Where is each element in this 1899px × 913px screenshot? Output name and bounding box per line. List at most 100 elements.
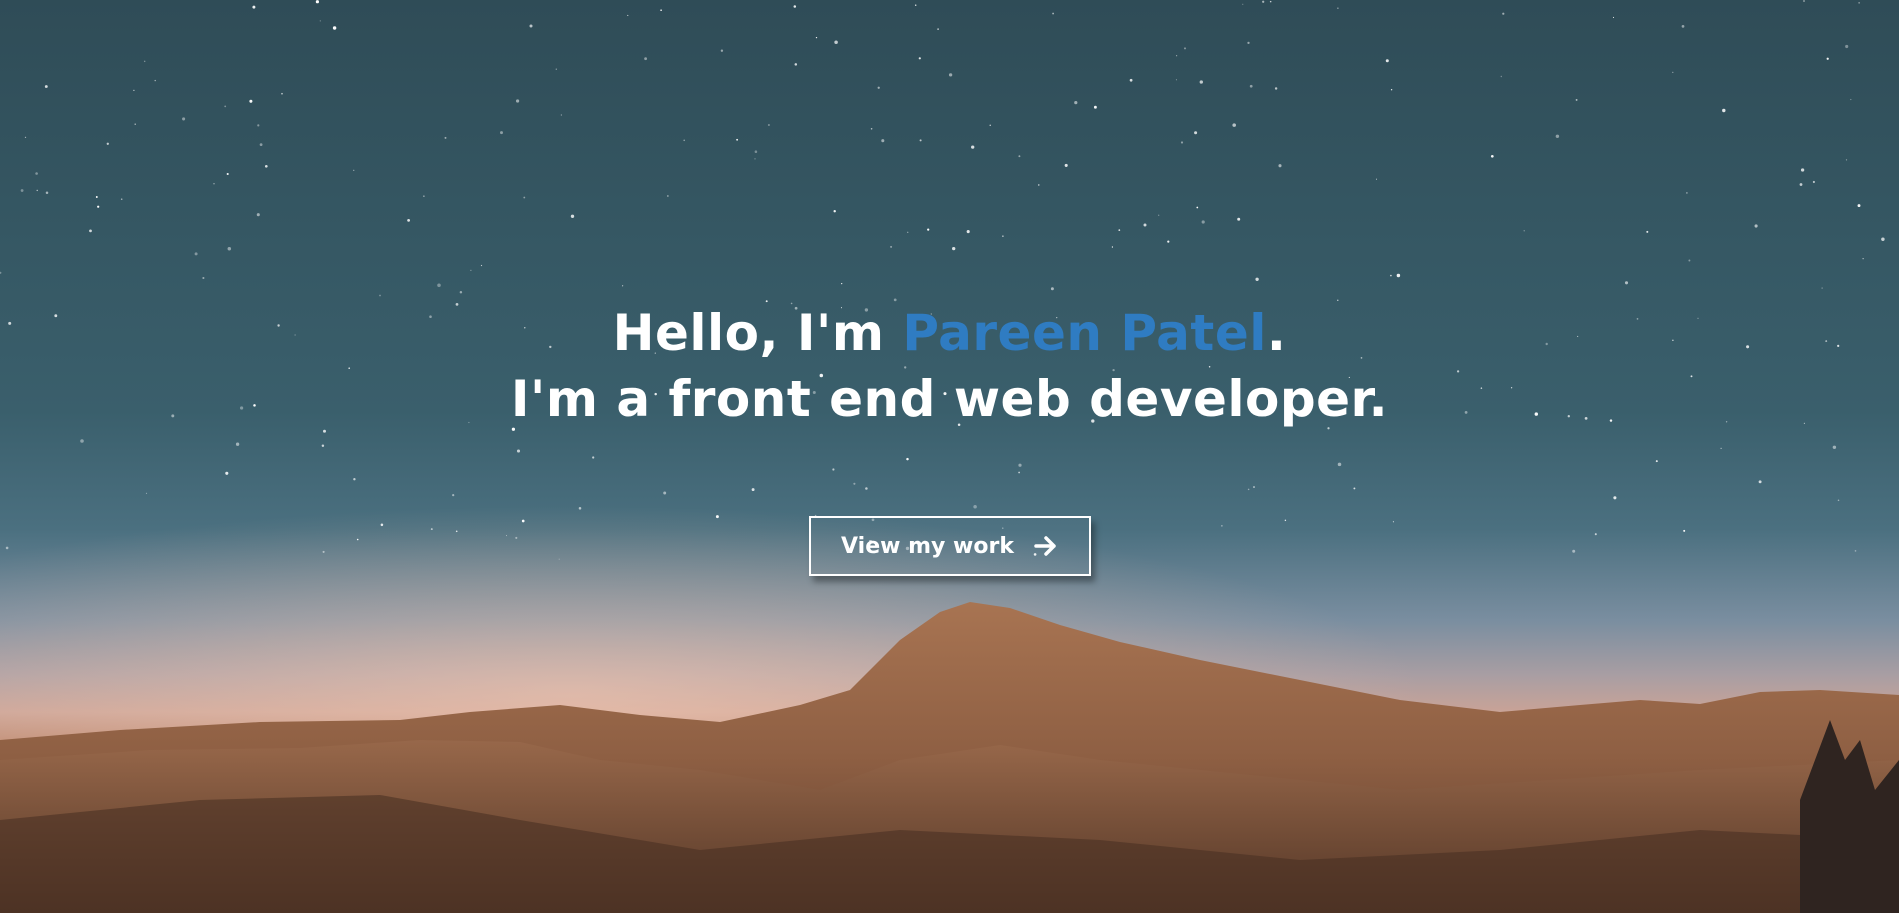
star bbox=[1199, 80, 1203, 84]
star bbox=[1143, 223, 1147, 227]
star bbox=[667, 195, 669, 197]
star bbox=[919, 139, 922, 142]
star bbox=[120, 198, 123, 200]
star bbox=[877, 86, 880, 89]
star bbox=[1821, 287, 1823, 289]
star bbox=[182, 117, 186, 121]
star bbox=[1826, 57, 1829, 60]
star bbox=[1555, 134, 1560, 139]
star bbox=[560, 114, 562, 116]
star bbox=[683, 139, 686, 142]
star bbox=[252, 5, 256, 9]
star bbox=[470, 269, 472, 271]
star bbox=[870, 128, 873, 130]
star bbox=[89, 229, 92, 233]
star bbox=[1672, 71, 1674, 74]
star bbox=[256, 213, 260, 217]
star bbox=[1111, 246, 1114, 248]
star bbox=[1845, 44, 1849, 49]
star bbox=[1390, 274, 1392, 277]
star bbox=[97, 205, 100, 208]
star bbox=[1575, 98, 1578, 101]
star bbox=[0, 271, 2, 274]
arrow-right-icon bbox=[1034, 536, 1056, 556]
hero-headline: Hello, I'm Pareen Patel. I'm a front end… bbox=[0, 300, 1899, 432]
star bbox=[281, 92, 283, 95]
star bbox=[1881, 237, 1885, 241]
star bbox=[1803, 0, 1805, 2]
star bbox=[1681, 25, 1685, 28]
star bbox=[1274, 87, 1278, 90]
star bbox=[815, 36, 818, 39]
star bbox=[480, 264, 483, 267]
star bbox=[44, 85, 48, 88]
star bbox=[1167, 240, 1170, 243]
star bbox=[95, 196, 98, 198]
star bbox=[264, 164, 268, 168]
star bbox=[213, 183, 215, 185]
star bbox=[1093, 105, 1097, 109]
star bbox=[1118, 229, 1121, 231]
star bbox=[1523, 230, 1525, 232]
star bbox=[914, 4, 917, 6]
star bbox=[1385, 59, 1389, 63]
star bbox=[1800, 168, 1805, 172]
star bbox=[202, 276, 205, 280]
star bbox=[516, 99, 520, 103]
star bbox=[332, 26, 337, 30]
star bbox=[948, 73, 953, 77]
hero-content: Hello, I'm Pareen Patel. I'm a front end… bbox=[0, 300, 1899, 576]
star bbox=[1194, 131, 1198, 135]
star bbox=[20, 189, 24, 192]
star bbox=[1624, 281, 1629, 285]
star bbox=[1158, 214, 1160, 216]
star bbox=[257, 124, 260, 127]
star bbox=[315, 0, 319, 4]
star bbox=[1646, 230, 1649, 233]
star bbox=[523, 196, 526, 199]
view-my-work-label: View my work bbox=[841, 533, 1014, 559]
star bbox=[24, 136, 27, 139]
star bbox=[1396, 273, 1401, 278]
star bbox=[1862, 258, 1864, 260]
star bbox=[444, 136, 447, 139]
star bbox=[1175, 55, 1178, 57]
star bbox=[379, 294, 381, 297]
star bbox=[36, 189, 38, 192]
star bbox=[500, 131, 503, 135]
star bbox=[927, 228, 930, 231]
star bbox=[1754, 224, 1758, 228]
star bbox=[660, 9, 662, 12]
star bbox=[907, 231, 909, 233]
star bbox=[1262, 0, 1265, 3]
greeting-prefix: Hello, I'm bbox=[612, 304, 903, 362]
star bbox=[1247, 41, 1250, 45]
star bbox=[971, 145, 975, 149]
star bbox=[1074, 101, 1078, 105]
star bbox=[1050, 287, 1054, 291]
star bbox=[35, 172, 38, 175]
star bbox=[1018, 155, 1021, 158]
star bbox=[143, 60, 146, 63]
star bbox=[1269, 0, 1272, 3]
star bbox=[529, 24, 533, 28]
view-my-work-button[interactable]: View my work bbox=[808, 516, 1091, 576]
star bbox=[1175, 79, 1177, 81]
star bbox=[644, 57, 647, 61]
star bbox=[1064, 163, 1068, 167]
star bbox=[459, 291, 463, 294]
star bbox=[570, 214, 575, 218]
star bbox=[1612, 16, 1615, 18]
star bbox=[1196, 206, 1199, 209]
star bbox=[1686, 192, 1688, 194]
star bbox=[194, 252, 198, 256]
star bbox=[134, 123, 136, 125]
star bbox=[1857, 204, 1861, 208]
star bbox=[1180, 141, 1184, 144]
star bbox=[227, 247, 232, 251]
star bbox=[622, 285, 624, 287]
star bbox=[793, 5, 797, 8]
star bbox=[1390, 89, 1393, 91]
star bbox=[1490, 154, 1494, 158]
star bbox=[1845, 159, 1848, 161]
